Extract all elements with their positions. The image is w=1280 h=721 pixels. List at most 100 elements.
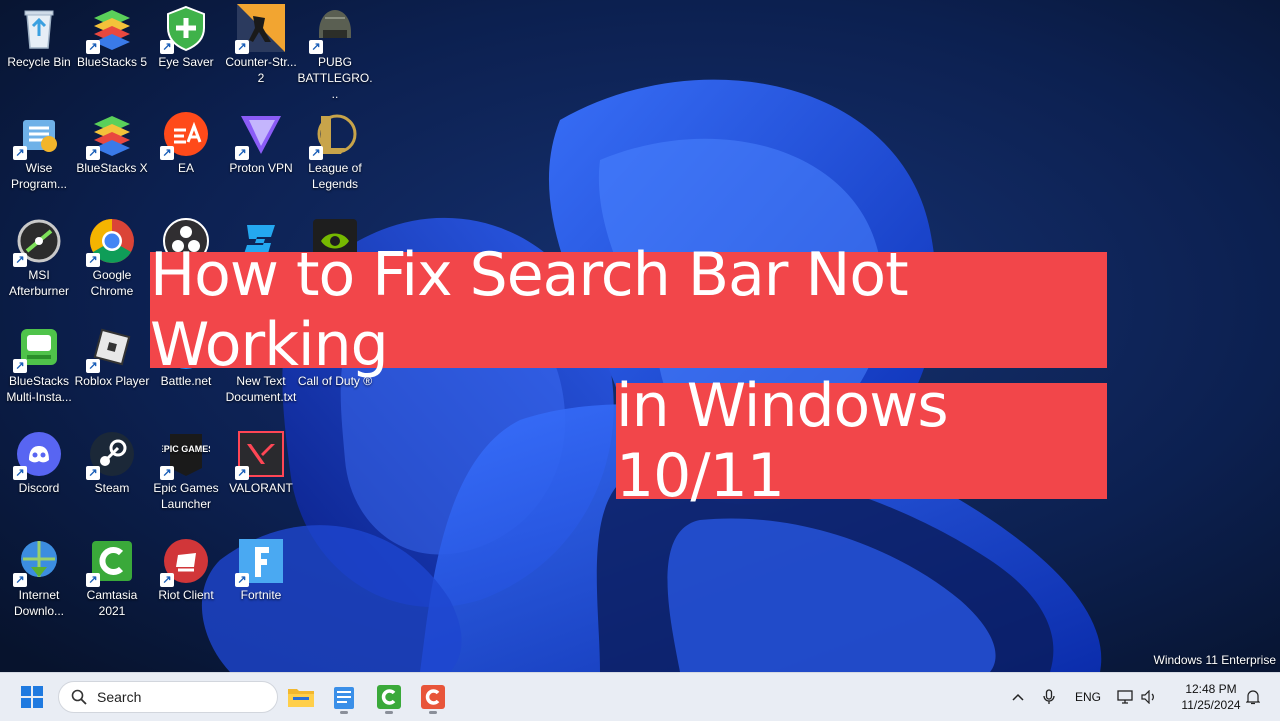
riot-client-icon: ↗ — [160, 537, 210, 587]
desktop-icon-label: Epic Games Launcher — [153, 481, 219, 511]
desktop-icon-steam[interactable]: ↗ Steam — [73, 430, 151, 496]
desktop-icon-label: Counter-Str... 2 — [225, 55, 297, 85]
shortcut-arrow-icon: ↗ — [86, 573, 100, 587]
taskbar-search-box[interactable]: Search — [58, 681, 278, 713]
taskbar-file-explorer[interactable] — [283, 679, 319, 715]
desktop-icon-label: Steam — [94, 481, 130, 495]
desktop-icon-discord[interactable]: ↗ Discord — [0, 430, 78, 496]
desktop-icon-label: BlueStacks X — [76, 161, 148, 175]
desktop-icon-label: MSI Afterburner — [8, 268, 70, 298]
shortcut-arrow-icon: ↗ — [160, 40, 174, 54]
desktop-icon-msi-afterburner[interactable]: ↗ MSI Afterburner — [0, 217, 78, 299]
desktop-icon-roblox-player[interactable]: ↗ Roblox Player — [73, 323, 151, 389]
language-indicator[interactable]: ENG — [1075, 673, 1101, 721]
microphone-status[interactable] — [1040, 673, 1058, 721]
epic-games-icon: EPIC GAMES ↗ — [160, 430, 210, 480]
desktop-icon-riot-client[interactable]: ↗ Riot Client — [147, 537, 225, 603]
desktop-icon-ea[interactable]: ↗ EA — [147, 110, 225, 176]
speaker-icon — [1141, 690, 1154, 704]
show-hidden-icons-button[interactable] — [1010, 673, 1026, 721]
desktop-icon-label: Eye Saver — [158, 55, 214, 69]
chevron-up-icon — [1012, 693, 1024, 701]
desktop-icon-bluestacks-5[interactable]: ↗ BlueStacks 5 — [73, 4, 151, 70]
desktop-icon-label: League of Legends — [308, 161, 362, 191]
camtasia-editor-icon — [421, 685, 445, 709]
taskbar-clock[interactable]: 12:48 PM 11/25/2024 — [1172, 681, 1250, 713]
desktop-icon-wise-program[interactable]: ↗ Wise Program... — [0, 110, 78, 192]
shortcut-arrow-icon: ↗ — [235, 573, 249, 587]
desktop-icon-label: Discord — [18, 481, 60, 495]
clock-time: 12:48 PM — [1185, 682, 1237, 696]
taskbar-camtasia-recorder[interactable] — [371, 679, 407, 715]
bluestacks-multi-instance-icon: ↗ — [13, 323, 63, 373]
recycle-bin-icon — [15, 4, 63, 52]
desktop-icon-label: BlueStacks 5 — [76, 55, 148, 69]
shortcut-arrow-icon: ↗ — [13, 146, 27, 160]
taskbar-camtasia-editor[interactable] — [415, 679, 451, 715]
shortcut-arrow-icon: ↗ — [86, 253, 100, 267]
title-banner-line-1: How to Fix Search Bar Not Working — [150, 240, 1107, 380]
league-of-legends-icon: ↗ — [309, 110, 359, 160]
epic-logo-text: EPIC GAMES — [162, 444, 210, 454]
desktop-icon-counter-strike-2[interactable]: ↗ Counter-Str... 2 — [222, 4, 300, 86]
volume-status[interactable] — [1140, 673, 1158, 721]
shortcut-arrow-icon: ↗ — [86, 359, 100, 373]
windows-logo-icon — [21, 686, 43, 708]
windows-edition-watermark: Windows 11 Enterprise — [1153, 653, 1277, 667]
title-banner-line-2: in Windows 10/11 — [616, 371, 1107, 511]
start-button[interactable] — [14, 679, 50, 715]
desktop-icon-label: BlueStacks Multi-Insta... — [6, 374, 72, 404]
desktop-icon-valorant[interactable]: ↗ VALORANT — [222, 430, 300, 496]
desktop-icon-label: Internet Downlo... — [13, 588, 65, 618]
notification-bell-icon — [1246, 690, 1260, 705]
shortcut-arrow-icon: ↗ — [309, 40, 323, 54]
desktop-icon-label: Recycle Bin — [7, 55, 71, 69]
desktop-icon-label: Fortnite — [240, 588, 282, 602]
desktop-icon-fortnite[interactable]: ↗ Fortnite — [222, 537, 300, 603]
desktop-icon-internet-download[interactable]: ↗ Internet Downlo... — [0, 537, 78, 619]
shortcut-arrow-icon: ↗ — [13, 466, 27, 480]
pubg-helmet-icon: ↗ — [309, 4, 359, 54]
taskbar: Search ENG 12:48 PM 11/25/2024 — [0, 672, 1280, 721]
taskbar-notepad[interactable] — [326, 679, 362, 715]
notifications-button[interactable] — [1244, 673, 1262, 721]
discord-icon: ↗ — [13, 430, 63, 480]
shortcut-arrow-icon: ↗ — [160, 466, 174, 480]
desktop-icon-bluestacks-multi[interactable]: ↗ BlueStacks Multi-Insta... — [0, 323, 78, 405]
desktop-icon-label: Roblox Player — [74, 374, 150, 388]
shortcut-arrow-icon: ↗ — [160, 146, 174, 160]
fortnite-icon: ↗ — [235, 537, 285, 587]
shortcut-arrow-icon: ↗ — [86, 146, 100, 160]
desktop-icon-recycle-bin[interactable]: Recycle Bin — [0, 4, 78, 70]
wise-program-uninstaller-icon: ↗ — [13, 110, 63, 160]
shortcut-arrow-icon: ↗ — [13, 359, 27, 373]
running-indicator — [340, 711, 348, 714]
network-status[interactable] — [1116, 673, 1134, 721]
desktop-icon-camtasia[interactable]: ↗ Camtasia 2021 — [73, 537, 151, 619]
desktop-icon-google-chrome[interactable]: ↗ Google Chrome — [73, 217, 151, 299]
steam-icon: ↗ — [86, 430, 136, 480]
clock-date: 11/25/2024 — [1181, 698, 1241, 712]
shortcut-arrow-icon: ↗ — [235, 466, 249, 480]
desktop-icon-label: Riot Client — [158, 588, 214, 602]
desktop-icon-pubg[interactable]: ↗ PUBG BATTLEGRO... — [296, 4, 374, 102]
desktop-icon-proton-vpn[interactable]: ↗ Proton VPN — [222, 110, 300, 176]
camtasia-icon — [377, 685, 401, 709]
desktop-icon-label: Proton VPN — [229, 161, 293, 175]
ea-icon: ↗ — [160, 110, 210, 160]
desktop-icon-label: Google Chrome — [90, 268, 134, 298]
desktop-icon-league-of-legends[interactable]: ↗ League of Legends — [296, 110, 374, 192]
valorant-icon: ↗ — [235, 430, 285, 480]
bluestacks-5-icon: ↗ — [86, 4, 136, 54]
shortcut-arrow-icon: ↗ — [86, 40, 100, 54]
camtasia-icon: ↗ — [86, 537, 136, 587]
search-placeholder: Search — [97, 689, 142, 705]
desktop-icon-bluestacks-x[interactable]: ↗ BlueStacks X — [73, 110, 151, 176]
desktop-icon-epic-games[interactable]: EPIC GAMES ↗ Epic Games Launcher — [147, 430, 225, 512]
desktop-icon-label: EA — [177, 161, 194, 175]
desktop-icon-eye-saver[interactable]: ↗ Eye Saver — [147, 4, 225, 70]
shortcut-arrow-icon: ↗ — [235, 40, 249, 54]
shortcut-arrow-icon: ↗ — [235, 146, 249, 160]
microphone-icon — [1043, 689, 1055, 704]
folder-icon — [288, 689, 314, 707]
